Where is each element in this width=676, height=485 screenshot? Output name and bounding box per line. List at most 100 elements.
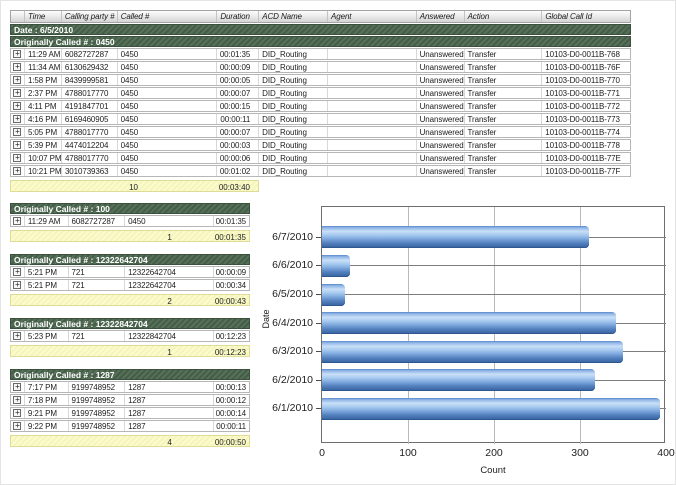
expand-row-button[interactable]: + xyxy=(13,141,21,149)
chart-bar xyxy=(322,284,345,306)
summary-count: 1 xyxy=(125,346,214,356)
cell-calling: 9199748952 xyxy=(69,395,126,405)
cell-action: Transfer xyxy=(465,49,543,59)
expand-row-button[interactable]: + xyxy=(13,128,21,136)
expand-row-button[interactable]: + xyxy=(13,63,21,71)
call-row[interactable]: +4:16 PM6169460905045000:00:11DID_Routin… xyxy=(10,113,631,125)
cell-acd: DID_Routing xyxy=(259,62,328,72)
expand-row-button[interactable]: + xyxy=(13,115,21,123)
call-row[interactable]: +5:05 PM4788017770045000:00:07DID_Routin… xyxy=(10,126,631,138)
column-header-answered: Answered xyxy=(417,11,465,22)
call-row[interactable]: +11:29 AM6082727287045000:01:35DID_Routi… xyxy=(10,48,631,60)
cell-time: 5:05 PM xyxy=(25,127,62,137)
category-tick xyxy=(316,351,321,352)
expand-cell: + xyxy=(11,88,25,98)
cell-action: Transfer xyxy=(465,88,543,98)
expand-row-button[interactable]: + xyxy=(13,50,21,58)
cell-called: 0450 xyxy=(118,75,218,85)
cell-duration: 00:00:34 xyxy=(214,280,249,290)
cell-duration: 00:01:02 xyxy=(217,166,259,176)
group-summary-row: 100:12:23 xyxy=(10,345,250,357)
call-row[interactable]: +5:23 PM7211232284270400:12:23 xyxy=(10,330,250,342)
cell-calling: 6082727287 xyxy=(69,216,126,226)
expand-row-button[interactable]: + xyxy=(13,102,21,110)
expand-row-button[interactable]: + xyxy=(13,332,21,340)
call-row[interactable]: +7:18 PM9199748952128700:00:12 xyxy=(10,394,250,406)
cell-agent xyxy=(328,166,417,176)
cell-called: 0450 xyxy=(118,153,218,163)
called-group-band-0450: Originally Called # : 0450 xyxy=(10,36,631,47)
called-group-label: Originally Called # : 1287 xyxy=(14,370,115,380)
cell-calling: 721 xyxy=(69,331,126,341)
expand-row-button[interactable]: + xyxy=(13,154,21,162)
call-row[interactable]: +9:21 PM9199748952128700:00:14 xyxy=(10,407,250,419)
cell-global_id: 10103-D0-0011B-77F xyxy=(542,166,630,176)
cell-duration: 00:01:35 xyxy=(217,49,259,59)
call-row[interactable]: +7:17 PM9199748952128700:00:13 xyxy=(10,381,250,393)
summary-duration: 00:00:43 xyxy=(214,295,249,305)
cell-time: 7:18 PM xyxy=(25,395,69,405)
expand-row-button[interactable]: + xyxy=(13,268,21,276)
expand-row-button[interactable]: + xyxy=(13,383,21,391)
expand-row-button[interactable]: + xyxy=(13,281,21,289)
cell-called: 0450 xyxy=(118,140,218,150)
call-row[interactable]: +11:29 AM6082727287045000:01:35 xyxy=(10,215,250,227)
call-row[interactable]: +4:11 PM4191847701045000:00:15DID_Routin… xyxy=(10,100,631,112)
cell-global_id: 10103-D0-0011B-771 xyxy=(542,88,630,98)
expand-cell: + xyxy=(11,49,25,59)
called-group-label: Originally Called # : 12322642704 xyxy=(14,255,148,265)
cell-answered: Unanswered xyxy=(417,101,465,111)
cell-calling: 721 xyxy=(69,267,126,277)
call-row[interactable]: +5:21 PM7211232264270400:00:09 xyxy=(10,266,250,278)
cell-called: 0450 xyxy=(118,127,218,137)
expand-row-button[interactable]: + xyxy=(13,422,21,430)
expand-row-button[interactable]: + xyxy=(13,409,21,417)
call-row[interactable]: +5:21 PM7211232264270400:00:34 xyxy=(10,279,250,291)
called-group-band: Originally Called # : 1287 xyxy=(10,369,250,380)
x-tick-label: 300 xyxy=(560,447,600,459)
call-row[interactable]: +5:39 PM4474012204045000:00:03DID_Routin… xyxy=(10,139,631,151)
expand-row-button[interactable]: + xyxy=(13,167,21,175)
cell-action: Transfer xyxy=(465,127,543,137)
call-row[interactable]: +11:34 AM6130629432045000:00:09DID_Routi… xyxy=(10,61,631,73)
cell-action: Transfer xyxy=(465,62,543,72)
cell-answered: Unanswered xyxy=(417,62,465,72)
call-row[interactable]: +1:58 PM8439999581045000:00:05DID_Routin… xyxy=(10,74,631,86)
date-group-label: Date : 6/5/2010 xyxy=(14,25,73,35)
column-header-agent: Agent xyxy=(328,11,417,22)
cell-calling: 6169460905 xyxy=(62,114,118,124)
cell-action: Transfer xyxy=(465,166,543,176)
chart-bar xyxy=(322,312,616,334)
category-label: 6/1/2010 xyxy=(261,402,313,414)
summary-spacer xyxy=(11,436,125,446)
cell-time: 4:16 PM xyxy=(25,114,62,124)
summary-count: 1 xyxy=(125,231,214,241)
called-group-label: Originally Called # : 100 xyxy=(14,204,110,214)
group-summary-row: 200:00:43 xyxy=(10,294,250,306)
cell-answered: Unanswered xyxy=(417,114,465,124)
cell-calling: 4788017770 xyxy=(62,153,118,163)
call-row[interactable]: +9:22 PM9199748952128700:00:11 xyxy=(10,420,250,432)
summary-duration: 00:00:50 xyxy=(214,436,249,446)
category-label: 6/3/2010 xyxy=(261,345,313,357)
cell-calling: 6130629432 xyxy=(62,62,118,72)
call-row[interactable]: +2:37 PM4788017770045000:00:07DID_Routin… xyxy=(10,87,631,99)
expand-row-button[interactable]: + xyxy=(13,89,21,97)
call-row[interactable]: +10:07 PM4788017770045000:00:06DID_Routi… xyxy=(10,152,631,164)
called-group-section: Originally Called # : 1287+7:17 PM919974… xyxy=(10,369,250,447)
call-row[interactable]: +10:21 PM3010739363045000:01:02DID_Routi… xyxy=(10,165,631,177)
chart-bar xyxy=(322,398,660,420)
x-axis-title: Count xyxy=(321,465,665,476)
cell-answered: Unanswered xyxy=(417,166,465,176)
expand-cell: + xyxy=(11,101,25,111)
cell-duration: 00:01:35 xyxy=(214,216,249,226)
expand-cell: + xyxy=(11,114,25,124)
expand-row-button[interactable]: + xyxy=(13,76,21,84)
chart-bar xyxy=(322,255,350,277)
expand-row-button[interactable]: + xyxy=(13,396,21,404)
expand-row-button[interactable]: + xyxy=(13,217,21,225)
category-label: 6/4/2010 xyxy=(261,317,313,329)
cell-called: 0450 xyxy=(118,166,218,176)
cell-called: 1287 xyxy=(125,408,214,418)
summary-count: 2 xyxy=(125,295,214,305)
